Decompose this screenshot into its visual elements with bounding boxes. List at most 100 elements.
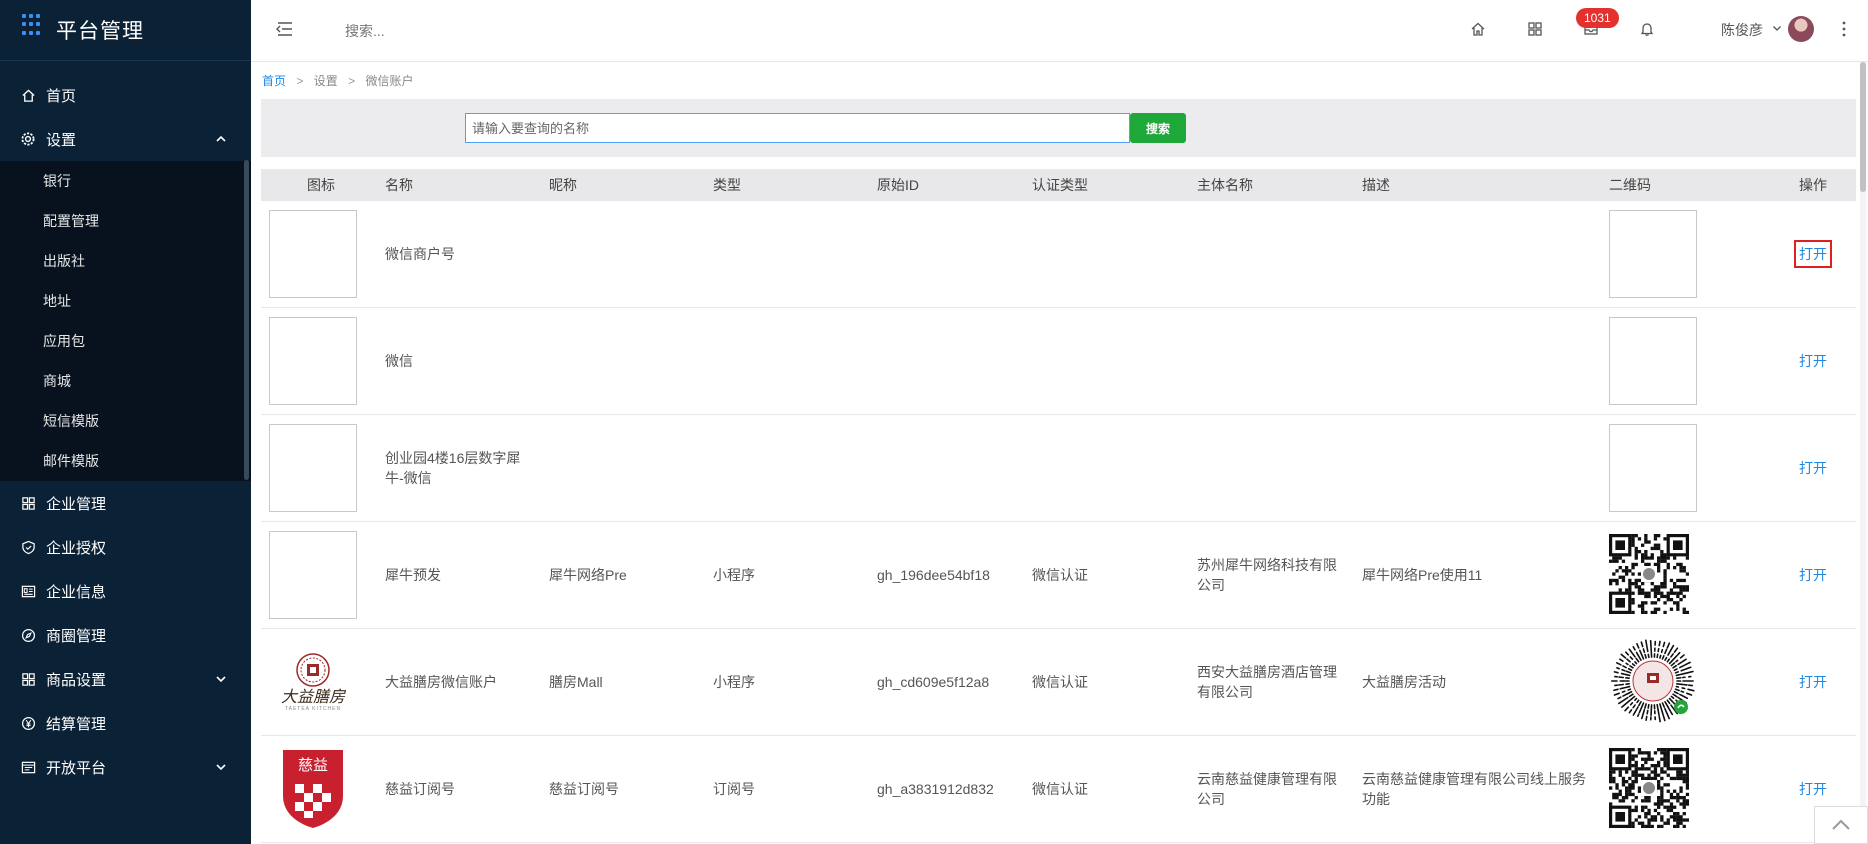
account-icon-placeholder [269, 317, 357, 405]
yen-coin-icon [20, 715, 36, 731]
user-name[interactable]: 陈俊彦 [1721, 20, 1763, 40]
table-row: 大益膳房 TAETEA KITCHEN 大益膳房微信账户 膳房Mall 小程序 … [261, 629, 1856, 736]
qr-code-placeholder [1609, 317, 1697, 405]
sidebar-item-product-settings[interactable]: 商品设置 [0, 657, 251, 701]
cell-type: 小程序 [713, 674, 755, 690]
search-button[interactable]: 搜索 [1130, 113, 1186, 143]
open-button[interactable]: 打开 [1799, 353, 1827, 369]
sidebar-item-label: 商品设置 [46, 671, 107, 689]
open-button[interactable]: 打开 [1794, 240, 1832, 268]
column-header-action: 操作 [1799, 177, 1827, 193]
more-vertical-icon[interactable] [1841, 18, 1847, 40]
column-header-original-id: 原始ID [877, 177, 919, 193]
cell-subject: 苏州犀牛网络科技有限公司 [1197, 557, 1337, 593]
page-scrollbar[interactable] [1860, 62, 1866, 844]
chevron-up-icon [216, 135, 226, 142]
sidebar-item-business-district[interactable]: 商圈管理 [0, 613, 251, 657]
apps-grid-icon[interactable] [1524, 18, 1546, 40]
bell-icon[interactable] [1636, 18, 1658, 40]
cell-name: 微信 [385, 353, 413, 369]
sidebar-item-settings[interactable]: 设置 [0, 117, 251, 161]
avatar[interactable] [1788, 16, 1814, 42]
sidebar-subitem-app-package[interactable]: 应用包 [0, 321, 251, 361]
qr-code-image [1609, 533, 1690, 614]
sidebar-item-label: 首页 [46, 87, 77, 105]
topbar: 1031 陈俊彦 [251, 0, 1868, 62]
notification-count-badge: 1031 [1576, 8, 1619, 28]
qr-code-placeholder [1609, 424, 1697, 512]
cell-original-id: gh_a3831912d832 [877, 781, 994, 797]
sidebar-subitem-address[interactable]: 地址 [0, 281, 251, 321]
shield-check-icon [20, 539, 36, 555]
cell-name: 微信商户号 [385, 246, 455, 262]
sidebar-item-home[interactable]: 首页 [0, 73, 251, 117]
account-icon-placeholder [269, 210, 357, 298]
cell-name: 犀牛预发 [385, 567, 441, 583]
cell-subject: 云南慈益健康管理有限公司 [1197, 771, 1337, 807]
table-row: 微信 打开 [261, 308, 1856, 415]
ciyi-shield-logo: 慈益 [283, 749, 343, 828]
dayi-logo-text: 大益膳房 [280, 687, 345, 706]
sidebar-subitem-sms-template[interactable]: 短信模版 [0, 401, 251, 441]
brand[interactable]: 平台管理 [0, 0, 251, 61]
cell-auth-type: 微信认证 [1032, 567, 1088, 583]
breadcrumb-separator: > [348, 74, 356, 88]
name-search-input[interactable] [465, 113, 1130, 143]
column-header-subject: 主体名称 [1197, 177, 1253, 193]
table-row: 微信商户号 打开 [261, 201, 1856, 308]
ciyi-logo-text: 慈益 [298, 756, 328, 774]
mini-program-code-image [1610, 638, 1695, 722]
sidebar-subitem-email-template[interactable]: 邮件模版 [0, 441, 251, 481]
home-icon[interactable] [1467, 18, 1489, 40]
cell-original-id: gh_cd609e5f12a8 [877, 674, 990, 690]
id-card-icon [20, 583, 36, 599]
sidebar-item-label: 设置 [46, 131, 77, 149]
sidebar-item-label: 企业信息 [46, 583, 107, 601]
sidebar-subitem-bank[interactable]: 银行 [0, 161, 251, 201]
cell-type: 订阅号 [713, 781, 755, 797]
breadcrumb-home-link[interactable]: 首页 [262, 74, 286, 88]
open-button[interactable]: 打开 [1799, 567, 1827, 583]
settings-submenu: 银行 配置管理 出版社 地址 应用包 商城 短信模版 邮件模版 [0, 161, 251, 481]
chevron-up-icon [1832, 819, 1850, 830]
breadcrumb-separator: > [296, 74, 304, 88]
global-search-input[interactable] [343, 18, 647, 44]
column-header-nickname: 昵称 [549, 177, 577, 193]
sidebar-item-enterprise-info[interactable]: 企业信息 [0, 569, 251, 613]
sidebar-item-enterprise[interactable]: 企业管理 [0, 481, 251, 525]
column-header-name: 名称 [385, 177, 413, 193]
home-icon [20, 87, 36, 103]
table-row: 慈益 慈益订阅号 慈益订阅号 订阅号 gh_a3831912d832 微信认证 … [261, 736, 1856, 843]
back-to-top-button[interactable] [1814, 806, 1868, 844]
wechat-accounts-table: 图标 名称 昵称 类型 原始ID 认证类型 主体名称 描述 二维码 操作 微信商… [261, 169, 1856, 843]
breadcrumb-settings[interactable]: 设置 [314, 74, 338, 88]
sidebar-subitem-config[interactable]: 配置管理 [0, 201, 251, 241]
chevron-down-icon [216, 676, 226, 683]
open-button[interactable]: 打开 [1799, 781, 1827, 797]
table-row: 犀牛预发 犀牛网络Pre 小程序 gh_196dee54bf18 微信认证 苏州… [261, 522, 1856, 629]
table-header: 图标 名称 昵称 类型 原始ID 认证类型 主体名称 描述 二维码 操作 [261, 169, 1856, 201]
column-header-type: 类型 [713, 177, 741, 193]
open-button[interactable]: 打开 [1799, 674, 1827, 690]
menu-collapse-icon[interactable] [271, 16, 297, 42]
sidebar-item-label: 商圈管理 [46, 627, 107, 645]
sidebar-subitem-publisher[interactable]: 出版社 [0, 241, 251, 281]
chevron-down-icon[interactable] [1771, 22, 1783, 34]
cell-nickname: 慈益订阅号 [549, 781, 619, 797]
sidebar-item-open-platform[interactable]: 开放平台 [0, 745, 251, 789]
dayi-logo-subtext: TAETEA KITCHEN [284, 706, 342, 712]
sidebar-subitem-mall[interactable]: 商城 [0, 361, 251, 401]
search-panel: 搜索 [261, 99, 1856, 157]
cell-auth-type: 微信认证 [1032, 781, 1088, 797]
cell-name: 大益膳房微信账户 [385, 674, 497, 690]
open-button[interactable]: 打开 [1799, 460, 1827, 476]
gear-icon [20, 131, 36, 147]
cell-auth-type: 微信认证 [1032, 674, 1088, 690]
sidebar-scrollbar[interactable] [244, 160, 249, 480]
dayi-kitchen-logo: 大益膳房 TAETEA KITCHEN [269, 638, 357, 726]
sidebar-item-enterprise-auth[interactable]: 企业授权 [0, 525, 251, 569]
sidebar-item-settlement[interactable]: 结算管理 [0, 701, 251, 745]
page-scrollbar-thumb[interactable] [1860, 62, 1866, 192]
cell-nickname: 犀牛网络Pre [549, 567, 627, 583]
breadcrumb-current: 微信账户 [365, 74, 414, 88]
